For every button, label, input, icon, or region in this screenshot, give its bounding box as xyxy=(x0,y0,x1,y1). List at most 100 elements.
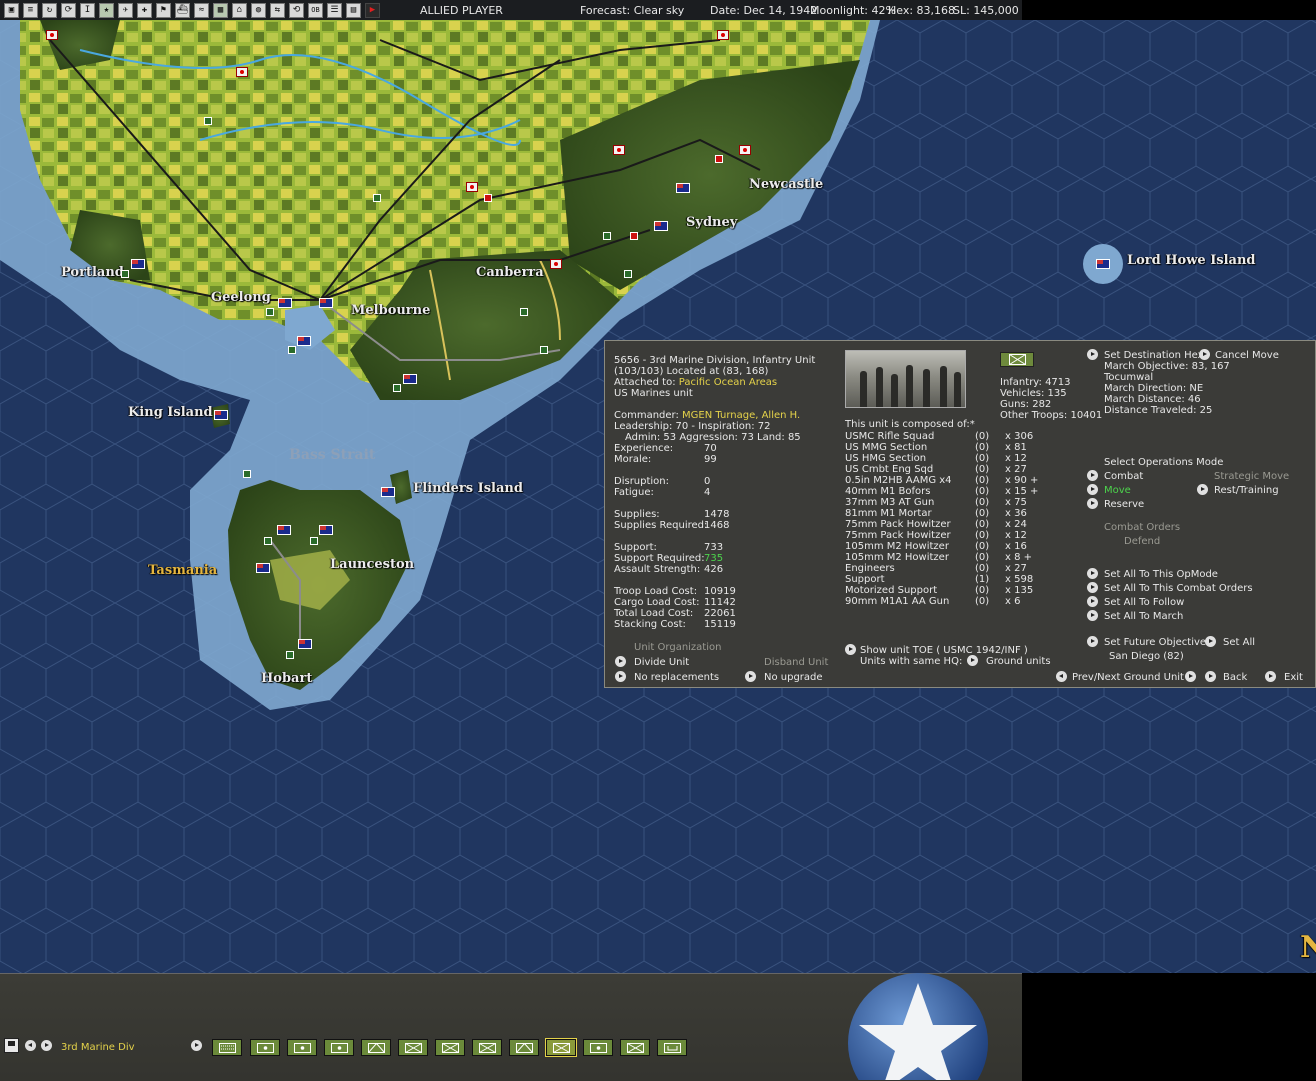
set-all-march-arrow-icon[interactable] xyxy=(1087,610,1098,621)
city-label-hobart[interactable]: Hobart xyxy=(261,671,312,686)
cross-icon[interactable]: ✚ xyxy=(137,2,152,18)
ob-icon[interactable]: OB xyxy=(308,2,323,18)
base-marker[interactable] xyxy=(373,194,381,202)
save-icon[interactable]: ▣ xyxy=(4,2,19,18)
allied-unit-marker[interactable] xyxy=(1096,259,1110,269)
sub-icon[interactable]: ≈ xyxy=(194,2,209,18)
combat-arrow-icon[interactable] xyxy=(1087,470,1098,481)
stack-unit-eng-icon[interactable] xyxy=(361,1039,391,1056)
city-label-portland[interactable]: Portland xyxy=(61,265,124,280)
base-marker[interactable] xyxy=(630,232,638,240)
set-destination-arrow-icon[interactable] xyxy=(1087,349,1098,360)
city-label-flinders-island[interactable]: Flinders Island xyxy=(413,481,523,496)
end-turn-icon[interactable]: ▶ xyxy=(365,2,380,18)
allied-unit-marker[interactable] xyxy=(676,183,690,193)
base-marker[interactable] xyxy=(624,270,632,278)
base-marker[interactable] xyxy=(121,270,129,278)
back-arrow-icon[interactable] xyxy=(1205,671,1216,682)
stack-unit-art-icon[interactable] xyxy=(250,1039,280,1056)
set-all-combat-arrow-icon[interactable] xyxy=(1087,582,1098,593)
set-all-combat-button[interactable]: Set All To This Combat Orders xyxy=(1104,583,1253,594)
base-marker[interactable] xyxy=(393,384,401,392)
base-marker[interactable] xyxy=(286,651,294,659)
reserve-arrow-icon[interactable] xyxy=(1087,498,1098,509)
set-all-button[interactable]: Set All xyxy=(1223,637,1255,648)
base-marker[interactable] xyxy=(715,155,723,163)
replacements-arrow-icon[interactable] xyxy=(615,671,626,682)
refresh-icon[interactable]: ⟳ xyxy=(61,2,76,18)
cancel-move-button[interactable]: Cancel Move xyxy=(1215,350,1279,361)
stack-list-arrow-icon[interactable] xyxy=(191,1040,202,1051)
base-marker[interactable] xyxy=(204,117,212,125)
enemy-base-marker[interactable] xyxy=(236,67,248,77)
city-label-sydney[interactable]: Sydney xyxy=(686,215,737,230)
stack-unit-mech-icon[interactable] xyxy=(657,1039,687,1056)
stack-unit-hq-icon[interactable] xyxy=(212,1039,242,1056)
document-icon[interactable]: ≡ xyxy=(23,2,38,18)
enemy-base-marker[interactable] xyxy=(739,145,751,155)
move-mode-button[interactable]: Move xyxy=(1104,485,1131,496)
attached-value-link[interactable]: Pacific Ocean Areas xyxy=(679,377,777,388)
ship-icon[interactable]: ⛴ xyxy=(175,2,190,18)
ground-units-button[interactable]: Ground units xyxy=(986,656,1051,667)
globe-icon[interactable]: ◍ xyxy=(251,2,266,18)
base-marker[interactable] xyxy=(264,537,272,545)
base-marker[interactable] xyxy=(520,308,528,316)
replay-icon[interactable]: ↻ xyxy=(42,2,57,18)
exit-button[interactable]: Exit xyxy=(1284,672,1303,683)
set-all-arrow-icon[interactable] xyxy=(1205,636,1216,647)
ground-units-arrow-icon[interactable] xyxy=(967,655,978,666)
divide-unit-button[interactable]: Divide Unit xyxy=(634,657,689,668)
allied-unit-marker[interactable] xyxy=(256,563,270,573)
city-label-king-island[interactable]: King Island xyxy=(128,405,213,420)
enemy-base-marker[interactable] xyxy=(46,30,58,40)
disband-unit-button[interactable]: Disband Unit xyxy=(764,657,828,668)
enemy-base-marker[interactable] xyxy=(466,182,478,192)
stack-unit-inf-icon[interactable] xyxy=(398,1039,428,1056)
flag-icon[interactable]: ⚑ xyxy=(156,2,171,18)
flag-square-icon[interactable] xyxy=(4,1038,19,1053)
stack-unit-inf-icon[interactable] xyxy=(435,1039,465,1056)
allied-unit-marker[interactable] xyxy=(278,298,292,308)
divide-unit-arrow-icon[interactable] xyxy=(615,656,626,667)
star-icon[interactable]: ★ xyxy=(99,2,114,18)
cycle-alt-icon[interactable]: ⟲ xyxy=(289,2,304,18)
no-upgrade-toggle[interactable]: No upgrade xyxy=(764,672,823,683)
city-label-launceston[interactable]: Launceston xyxy=(330,557,414,572)
set-all-follow-arrow-icon[interactable] xyxy=(1087,596,1098,607)
allied-unit-marker[interactable] xyxy=(319,298,333,308)
allied-unit-marker[interactable] xyxy=(319,525,333,535)
base-marker[interactable] xyxy=(288,346,296,354)
stack-unit-art-icon[interactable] xyxy=(287,1039,317,1056)
next-unit-arrow-icon[interactable] xyxy=(1185,671,1196,682)
set-all-opmode-arrow-icon[interactable] xyxy=(1087,568,1098,579)
show-toe-arrow-icon[interactable] xyxy=(845,644,856,655)
next-stack-arrow-icon[interactable] xyxy=(41,1040,52,1051)
prev-unit-arrow-icon[interactable] xyxy=(1056,671,1067,682)
allied-unit-marker[interactable] xyxy=(131,259,145,269)
stack-unit-art-icon[interactable] xyxy=(583,1039,613,1056)
set-all-follow-button[interactable]: Set All To Follow xyxy=(1104,597,1184,608)
city-label-melbourne[interactable]: Melbourne xyxy=(351,303,430,318)
commander-value-link[interactable]: MGEN Turnage, Allen H. xyxy=(682,410,800,421)
allied-unit-marker[interactable] xyxy=(298,639,312,649)
stack-unit-inf-icon[interactable] xyxy=(472,1039,502,1056)
set-destination-button[interactable]: Set Destination Hex xyxy=(1104,350,1204,361)
no-replacements-toggle[interactable]: No replacements xyxy=(634,672,719,683)
rest-arrow-icon[interactable] xyxy=(1197,484,1208,495)
base-marker[interactable] xyxy=(243,470,251,478)
allied-unit-marker[interactable] xyxy=(403,374,417,384)
note-icon[interactable]: ▤ xyxy=(346,2,361,18)
exit-arrow-icon[interactable] xyxy=(1265,671,1276,682)
enemy-base-marker[interactable] xyxy=(717,30,729,40)
future-objective-arrow-icon[interactable] xyxy=(1087,636,1098,647)
list-icon[interactable]: ☰ xyxy=(327,2,342,18)
base-marker[interactable] xyxy=(310,537,318,545)
reserve-mode-button[interactable]: Reserve xyxy=(1104,499,1144,510)
set-future-objective-button[interactable]: Set Future Objective xyxy=(1104,637,1206,648)
city-label-newcastle[interactable]: Newcastle xyxy=(749,177,823,192)
upgrade-arrow-icon[interactable] xyxy=(745,671,756,682)
stack-unit-eng-icon[interactable] xyxy=(509,1039,539,1056)
allied-unit-marker[interactable] xyxy=(297,336,311,346)
prev-stack-arrow-icon[interactable] xyxy=(25,1040,36,1051)
